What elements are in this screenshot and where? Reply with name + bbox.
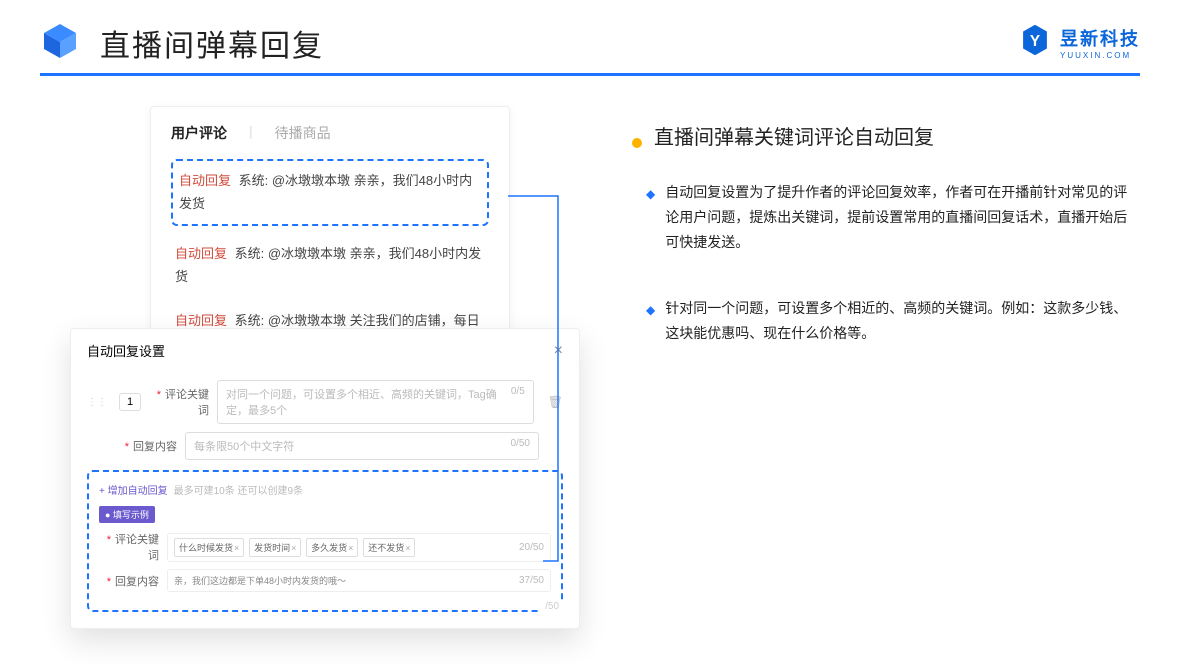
add-auto-reply-link[interactable]: + 增加自动回复 最多可建10条 还可以创建9条 — [99, 482, 551, 497]
content-placeholder: 每条限50个中文字符 — [194, 438, 294, 454]
example-content-text: 亲，我们这边都是下单48小时内发货的哦～ — [174, 574, 346, 587]
tag: 多久发货× — [306, 538, 358, 557]
drag-handle-icon[interactable]: ⋮⋮ — [87, 397, 107, 408]
ghost-counter: /50 — [541, 601, 563, 612]
section-title: 直播间弹幕关键词评论自动回复 — [654, 121, 934, 150]
auto-reply-settings-modal: 自动回复设置 × ⋮⋮ 1 *评论关键词 对同一个问题，可设置多个相近、高频的关… — [70, 328, 580, 629]
brand-text: 昱新科技 YUUXIN.COM — [1060, 25, 1140, 60]
bullet-text: 自动回复设置为了提升作者的评论回复效率，作者可在开播前针对常见的评论用户问题，提… — [665, 180, 1140, 256]
bullet-dots-icon — [620, 124, 644, 148]
example-badge: ● 填写示例 — [99, 506, 155, 523]
tab-pending-products[interactable]: 待播商品 — [275, 123, 331, 143]
example-keyword-row: *评论关键词 什么时候发货× 发货时间× 多久发货× 还不发货× 20/50 — [99, 531, 551, 563]
auto-reply-label: 自动回复 — [175, 246, 227, 261]
tag: 什么时候发货× — [174, 538, 244, 557]
brand-subtitle: YUUXIN.COM — [1060, 51, 1140, 60]
example-tags: 什么时候发货× 发货时间× 多久发货× 还不发货× — [174, 538, 417, 557]
tag: 发货时间× — [249, 538, 301, 557]
tag: 还不发货× — [363, 538, 415, 557]
content-input[interactable]: 每条限50个中文字符 0/50 — [185, 432, 539, 460]
header-divider — [40, 73, 1140, 76]
svg-text:Y: Y — [1030, 33, 1040, 50]
keyword-placeholder: 对同一个问题，可设置多个相近、高频的关键词，Tag确定，最多5个 — [226, 386, 511, 418]
auto-reply-label: 自动回复 — [179, 173, 231, 188]
tab-user-comments[interactable]: 用户评论 — [171, 123, 227, 143]
bullet-text: 针对同一个问题，可设置多个相近的、高频的关键词。例如：这款多少钱、这块能优惠吗、… — [665, 296, 1140, 346]
example-section: + 增加自动回复 最多可建10条 还可以创建9条 ● 填写示例 *评论关键词 什… — [87, 470, 563, 612]
keyword-counter: 0/5 — [511, 386, 525, 418]
illustration-column: 用户评论 | 待播商品 自动回复 系统: @冰墩墩本墩 亲亲，我们48小时内发货… — [40, 106, 540, 390]
keyword-input[interactable]: 对同一个问题，可设置多个相近、高频的关键词，Tag确定，最多5个 0/5 — [217, 380, 534, 424]
page-title: 直播间弹幕回复 — [100, 21, 324, 65]
section-heading: 直播间弹幕关键词评论自动回复 — [620, 121, 1140, 150]
content-counter: 0/50 — [511, 438, 530, 454]
description-column: 直播间弹幕关键词评论自动回复 ◆ 自动回复设置为了提升作者的评论回复效率，作者可… — [540, 106, 1140, 390]
content-label: *回复内容 — [117, 438, 177, 454]
close-icon[interactable]: × — [554, 342, 563, 360]
cube-icon — [40, 20, 80, 65]
trash-icon[interactable]: 🗑 — [548, 395, 563, 409]
example-keyword-counter: 20/50 — [519, 542, 544, 553]
feature-bullet: ◆ 针对同一个问题，可设置多个相近的、高频的关键词。例如：这款多少钱、这块能优惠… — [646, 296, 1140, 346]
example-keyword-label: *评论关键词 — [99, 531, 159, 563]
diamond-icon: ◆ — [646, 184, 655, 256]
comment-row: 自动回复 系统: @冰墩墩本墩 亲亲，我们48小时内发货 — [171, 236, 489, 295]
header-left: 直播间弹幕回复 — [40, 20, 324, 65]
diamond-icon: ◆ — [646, 300, 655, 346]
example-content-row: *回复内容 亲，我们这边都是下单48小时内发货的哦～ 37/50 — [99, 569, 551, 592]
modal-header: 自动回复设置 × — [87, 341, 563, 360]
brand-name: 昱新科技 — [1060, 25, 1140, 51]
keyword-label: *评论关键词 — [149, 386, 209, 418]
brand-logo-icon: Y — [1018, 23, 1052, 62]
index-box: 1 — [119, 393, 141, 411]
feature-bullet: ◆ 自动回复设置为了提升作者的评论回复效率，作者可在开播前针对常见的评论用户问题… — [646, 180, 1140, 256]
page-header: 直播间弹幕回复 Y 昱新科技 YUUXIN.COM — [0, 0, 1180, 73]
tab-divider: | — [249, 123, 253, 143]
comment-row-highlighted: 自动回复 系统: @冰墩墩本墩 亲亲，我们48小时内发货 — [171, 159, 489, 226]
keyword-row: ⋮⋮ 1 *评论关键词 对同一个问题，可设置多个相近、高频的关键词，Tag确定，… — [87, 380, 563, 424]
tabs: 用户评论 | 待播商品 — [171, 123, 489, 143]
example-content-counter: 37/50 — [519, 575, 544, 586]
example-content-label: *回复内容 — [99, 573, 159, 589]
auto-reply-label: 自动回复 — [175, 313, 227, 328]
content-row: *回复内容 每条限50个中文字符 0/50 — [117, 432, 563, 460]
example-keyword-input[interactable]: 什么时候发货× 发货时间× 多久发货× 还不发货× 20/50 — [167, 533, 551, 562]
brand: Y 昱新科技 YUUXIN.COM — [1018, 23, 1140, 62]
modal-title: 自动回复设置 — [87, 341, 165, 360]
example-content-input[interactable]: 亲，我们这边都是下单48小时内发货的哦～ 37/50 — [167, 569, 551, 592]
add-hint: 最多可建10条 还可以创建9条 — [174, 482, 303, 497]
